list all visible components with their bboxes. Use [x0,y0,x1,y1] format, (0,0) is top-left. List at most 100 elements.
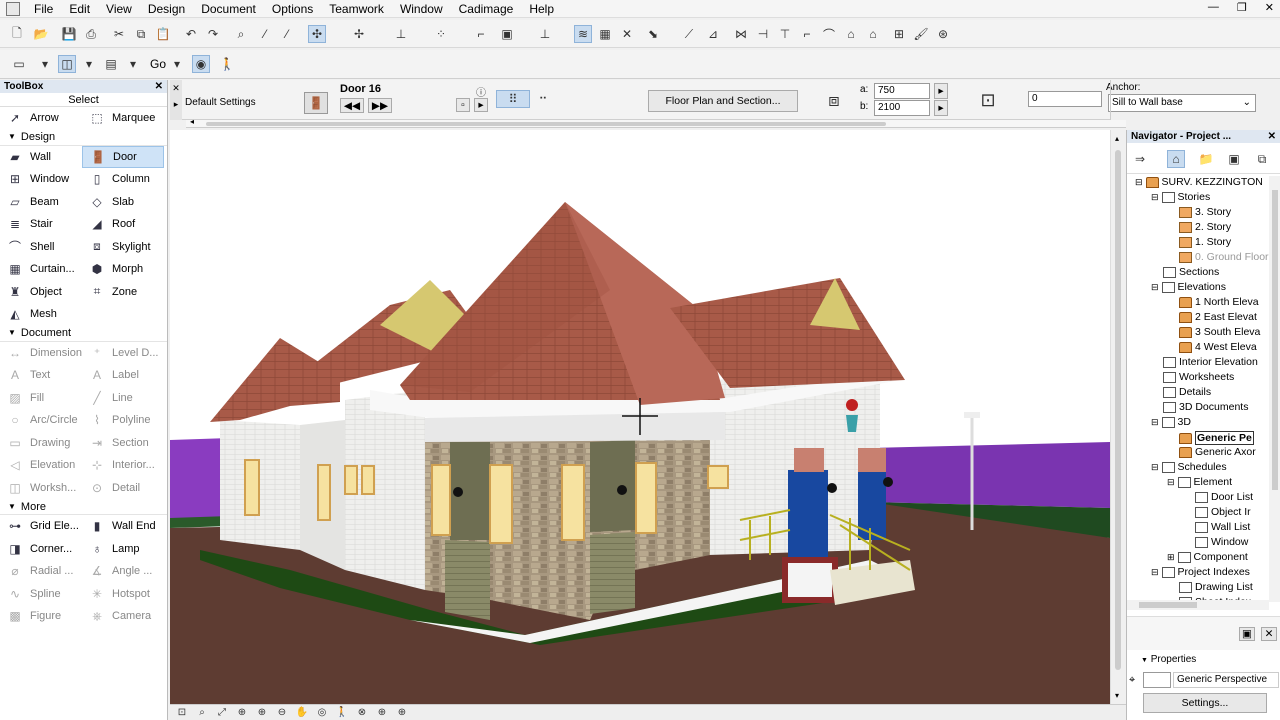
width-arrow-icon[interactable]: ▸ [934,83,948,99]
curve-icon[interactable]: ⌒ [820,25,838,43]
copy-icon[interactable]: ⧉ [132,25,150,43]
offset-icon[interactable]: ⊣ [754,25,772,43]
trace-icon[interactable]: ≋ [574,25,592,43]
anchor-method-icon[interactable]: ⠒ [534,90,552,108]
tool-roof[interactable]: ◢ Roof [82,213,164,236]
gravity-icon[interactable]: ✣ [308,25,326,43]
delete-view-icon[interactable]: ✕ [1261,627,1277,641]
tool-curtain[interactable]: ▦ Curtain... [0,258,82,281]
tree-item[interactable]: ⊟ Schedules [1151,461,1227,473]
minimize-icon[interactable]: — [1208,1,1219,14]
inject-icon[interactable]: ⁄ [278,25,296,43]
option-square-icon[interactable]: ▫ [456,98,470,112]
pick-up-icon[interactable]: ⁄ [256,25,274,43]
menu-design[interactable]: Design [140,1,193,17]
menu-document[interactable]: Document [193,1,264,17]
tree-item[interactable]: Generic Pe [1167,431,1254,445]
tree-item[interactable]: 1. Story [1167,236,1231,248]
tool-door[interactable]: 🚪 Door [82,145,164,168]
tool-mesh[interactable]: ◭ Mesh [0,303,82,326]
tree-item[interactable]: Sections [1151,266,1219,278]
toolbox-section-document[interactable]: ▼ Document [0,326,167,342]
menu-view[interactable]: View [98,1,140,17]
tool-zone[interactable]: ⌗ Zone [82,281,164,304]
tool-skylight[interactable]: ⧈ Skylight [82,236,164,259]
collapse-icon[interactable]: ⊟ [1151,417,1159,428]
pin-icon[interactable]: ⊥ [536,25,554,43]
tree-item[interactable]: ⊟ Project Indexes [1151,566,1250,578]
tree-item[interactable]: 3. Story [1167,206,1231,218]
layout-book-icon[interactable]: ▣ [1225,150,1243,168]
tool-dimension[interactable]: ↔ Dimension [0,342,82,365]
menu-options[interactable]: Options [264,1,321,17]
snap-guides-icon[interactable]: ✢ [350,25,368,43]
paste-icon[interactable]: 📋 [154,25,172,43]
tree-item[interactable]: 4 West Eleva [1167,341,1257,353]
tool-fill[interactable]: ▨ Fill [0,387,82,410]
tool-stair[interactable]: ≣ Stair [0,213,82,236]
go-menu[interactable]: Go [150,57,166,71]
distribute-icon[interactable]: ⁘ [432,25,450,43]
tool-figure[interactable]: ▩ Figure [0,605,82,628]
tool-line[interactable]: ╱ Line [82,387,164,410]
tree-item[interactable]: ⊟ 3D [1151,416,1191,428]
tool-shell[interactable]: ⌒ Shell [0,236,82,259]
cut-icon[interactable]: ✂ [110,25,128,43]
tool-arrow[interactable]: ➚ Arrow [0,107,82,130]
tool-arc-circle[interactable]: ○ Arc/Circle [0,409,82,432]
tool-column[interactable]: ▯ Column [82,168,164,191]
tree-scrollbar[interactable] [1269,176,1280,602]
collapse-icon[interactable]: ⊟ [1135,177,1143,188]
undo-icon[interactable]: ↶ [182,25,200,43]
tree-item[interactable]: Drawing List [1167,581,1253,593]
tree-item[interactable]: Worksheets [1151,371,1234,383]
tree-item[interactable]: ⊟ Elevations [1151,281,1226,293]
tool-window[interactable]: ⊞ Window [0,168,82,191]
tree-item[interactable]: 2 East Elevat [1167,311,1257,323]
tool-hotspot[interactable]: ✳ Hotspot [82,583,164,606]
tree-item[interactable]: ⊞ Component [1167,551,1248,563]
tree-item[interactable]: Window [1183,536,1248,548]
3d-window-icon[interactable]: ⊞ [890,25,908,43]
menu-window[interactable]: Window [392,1,451,17]
3d-viewport[interactable] [170,130,1110,704]
tool-grid-ele[interactable]: ⊶ Grid Ele... [0,515,82,538]
walk-icon[interactable]: 🚶 [218,55,236,73]
tree-item[interactable]: ⊟ Element [1167,476,1232,488]
trim-icon[interactable]: ⋈ [732,25,750,43]
find-select-icon[interactable]: ⌕ [232,25,250,43]
tool-section[interactable]: ⇥ Section [82,432,164,455]
toolbox-section-design[interactable]: ▼ Design [0,130,167,146]
array-icon[interactable]: ⌂ [864,25,882,43]
tree-item[interactable]: 0. Ground Floor [1167,251,1269,263]
fit-window-icon[interactable]: ⊡ [174,706,190,719]
tool-level-d[interactable]: ⁺ Level D... [82,342,164,365]
tool-corner[interactable]: ◨ Corner... [0,538,82,561]
settings-button[interactable]: Settings... [1143,693,1267,713]
tool-camera[interactable]: ⎈ Camera [82,605,164,628]
next-icon[interactable]: ▶▶ [368,98,392,113]
tree-item[interactable]: ⊟ Stories [1151,191,1210,203]
close-icon[interactable]: ✕ [1268,130,1276,143]
layout-icon[interactable]: ▤ [102,55,120,73]
save-icon[interactable]: 💾 [60,25,78,43]
tool-marquee[interactable]: ⬚ Marquee [82,107,164,130]
zoom-out-icon[interactable]: ⊖ [274,706,290,719]
zoom-to-selection-icon[interactable]: ⊕ [374,706,390,719]
redo-icon[interactable]: ↷ [204,25,222,43]
fillet-icon[interactable]: ⌂ [842,25,860,43]
tool-detail[interactable]: ⊙ Detail [82,477,164,500]
menu-cadimage[interactable]: Cadimage [451,1,522,17]
offset-field[interactable]: 0 [1028,91,1102,107]
walk-icon[interactable]: 🚶 [334,706,350,719]
previous-icon[interactable]: ◀◀ [340,98,364,113]
tree-item[interactable]: Interior Elevation [1151,356,1258,368]
navigator-menu-icon[interactable]: ⇒ [1131,150,1149,168]
dropdown-arrow-icon[interactable]: ▾ [36,55,54,73]
elevate-icon[interactable]: ⬊ [644,25,662,43]
tool-elevation[interactable]: ◁ Elevation [0,454,82,477]
dropdown-arrow-icon[interactable]: ▾ [80,55,98,73]
save-view-icon[interactable]: ▣ [1239,627,1255,641]
publisher-icon[interactable]: ⧉ [1253,150,1271,168]
3d-view-icon[interactable]: ◫ [58,55,76,73]
